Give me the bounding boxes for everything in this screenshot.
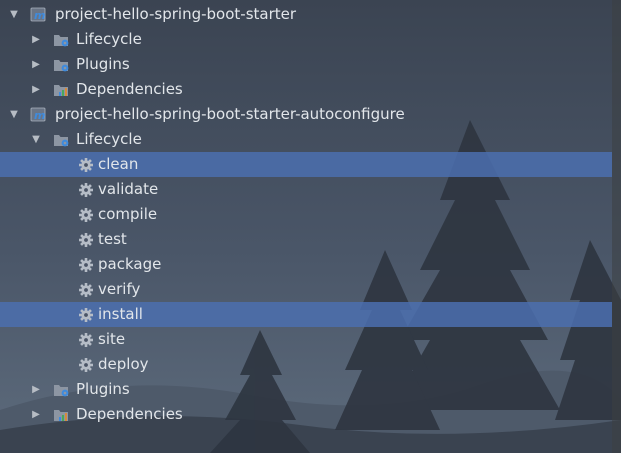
tree-node-dependencies[interactable]: ▶ Dependencies	[0, 77, 612, 102]
tree-node-label: deploy	[98, 355, 149, 373]
tree-node-install[interactable]: install	[0, 302, 612, 327]
folder-gear-icon	[53, 132, 71, 148]
tree-node-label: validate	[98, 180, 159, 198]
tree-node-compile[interactable]: compile	[0, 202, 612, 227]
collapse-arrow-icon[interactable]: ▶	[29, 402, 43, 427]
tree-node-label: project-hello-spring-boot-starter-autoco…	[55, 105, 405, 123]
tree-node-label: Dependencies	[76, 405, 183, 423]
tree-node-deploy[interactable]: deploy	[0, 352, 612, 377]
tree-node-plugins[interactable]: ▶ Plugins	[0, 52, 612, 77]
tree-node-plugins[interactable]: ▶ Plugins	[0, 377, 612, 402]
dependencies-icon	[53, 82, 71, 98]
tree-node-verify[interactable]: verify	[0, 277, 612, 302]
gear-icon	[77, 207, 95, 223]
maven-module-icon: m	[30, 107, 48, 123]
dependencies-icon	[53, 407, 71, 423]
collapse-arrow-icon[interactable]: ▶	[29, 27, 43, 52]
tree-node-label: site	[98, 330, 126, 348]
gear-icon	[77, 332, 95, 348]
tree-node-label: project-hello-spring-boot-starter	[55, 5, 297, 23]
tree-node-label: Plugins	[76, 55, 130, 73]
gear-icon	[77, 157, 95, 173]
tree-node-label: clean	[98, 155, 139, 173]
expand-arrow-icon[interactable]: ▼	[7, 2, 21, 27]
gear-icon	[77, 182, 95, 198]
folder-gear-icon	[53, 382, 71, 398]
vertical-scrollbar[interactable]	[612, 0, 621, 453]
tree-node-site[interactable]: site	[0, 327, 612, 352]
collapse-arrow-icon[interactable]: ▶	[29, 52, 43, 77]
tree-node-project-hello-spring-boot-starter[interactable]: ▼ m project-hello-spring-boot-starter	[0, 2, 612, 27]
tree-node-lifecycle[interactable]: ▼ Lifecycle	[0, 127, 612, 152]
gear-icon	[77, 257, 95, 273]
collapse-arrow-icon[interactable]: ▶	[29, 77, 43, 102]
svg-text:m: m	[34, 9, 45, 22]
svg-text:m: m	[34, 109, 45, 122]
folder-gear-icon	[53, 57, 71, 73]
tree-node-label: compile	[98, 205, 158, 223]
gear-icon	[77, 307, 95, 323]
maven-projects-tree: ▼ m project-hello-spring-boot-starter ▶ Life…	[0, 0, 621, 453]
tree-node-label: Lifecycle	[76, 130, 142, 148]
tree-node-label: Dependencies	[76, 80, 183, 98]
tree-node-package[interactable]: package	[0, 252, 612, 277]
tree-node-validate[interactable]: validate	[0, 177, 612, 202]
tree-node-label: verify	[98, 280, 141, 298]
tree-node-dependencies[interactable]: ▶ Dependencies	[0, 402, 612, 427]
expand-arrow-icon[interactable]: ▼	[7, 102, 21, 127]
tree-node-test[interactable]: test	[0, 227, 612, 252]
tree-node-label: install	[98, 305, 143, 323]
expand-arrow-icon[interactable]: ▼	[29, 127, 43, 152]
folder-gear-icon	[53, 32, 71, 48]
tree-node-label: test	[98, 230, 127, 248]
gear-icon	[77, 282, 95, 298]
tree-node-label: Lifecycle	[76, 30, 142, 48]
tree-node-label: Plugins	[76, 380, 130, 398]
gear-icon	[77, 357, 95, 373]
collapse-arrow-icon[interactable]: ▶	[29, 377, 43, 402]
tree-node-label: package	[98, 255, 162, 273]
maven-module-icon: m	[30, 7, 48, 23]
tree-node-lifecycle[interactable]: ▶ Lifecycle	[0, 27, 612, 52]
gear-icon	[77, 232, 95, 248]
tree-node-clean[interactable]: clean	[0, 152, 612, 177]
tree-node-project-hello-spring-boot-starter-autoconfigure[interactable]: ▼ m project-hello-spring-boot-starter-auto…	[0, 102, 612, 127]
